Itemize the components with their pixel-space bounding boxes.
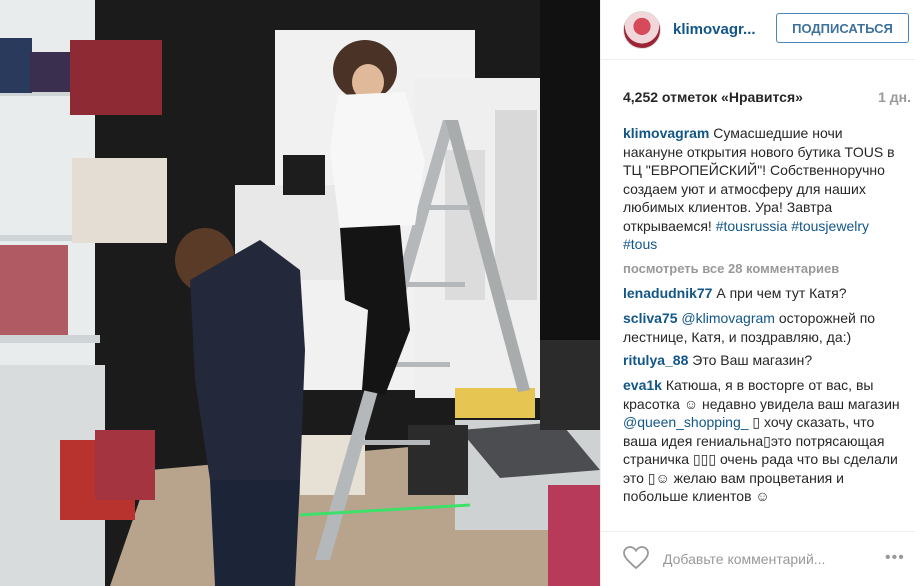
likes-count[interactable]: 4,252 отметок «Нравится»	[623, 89, 803, 105]
comment-username[interactable]: ritulya_88	[623, 352, 688, 368]
comment-text: Это Ваш магазин?	[688, 352, 813, 368]
comment-item: scliva75 @klimovagram осторожней по лест…	[623, 309, 903, 346]
hashtag-link[interactable]: #tous	[623, 236, 657, 252]
header-username[interactable]: klimovagr...	[673, 21, 756, 38]
hashtag-link[interactable]: #tousjewelry	[791, 218, 869, 234]
post-caption: klimovagram Сумасшедшие ночи накануне от…	[623, 124, 901, 254]
comment-text: А при чем тут Катя?	[712, 285, 847, 301]
post-age[interactable]: 1 дн.	[878, 89, 911, 105]
instagram-post: klimovagr... ПОДПИСАТЬСЯ 4,252 отметок «…	[0, 0, 915, 586]
comment-username[interactable]: lenadudnik77	[623, 285, 712, 301]
view-all-comments-link[interactable]: посмотреть все 28 комментариев	[623, 261, 839, 276]
heart-icon[interactable]	[623, 546, 649, 570]
post-sidebar: klimovagr... ПОДПИСАТЬСЯ 4,252 отметок «…	[600, 0, 915, 586]
comment-item: ritulya_88 Это Ваш магазин?	[623, 351, 903, 370]
add-comment-input[interactable]	[663, 548, 878, 570]
boutique-scene-image	[0, 0, 600, 586]
post-header: klimovagr... ПОДПИСАТЬСЯ	[601, 0, 915, 60]
likes-row: 4,252 отметок «Нравится» 1 дн.	[623, 89, 911, 105]
more-options-icon[interactable]: •••	[885, 549, 905, 567]
caption-username[interactable]: klimovagram	[623, 125, 709, 141]
follow-button[interactable]: ПОДПИСАТЬСЯ	[776, 13, 909, 43]
comment-item: eva1k Катюша, я в восторге от вас, вы кр…	[623, 376, 903, 506]
hashtag-link[interactable]: #tousrussia	[716, 218, 788, 234]
comment-item: lenadudnik77 А при чем тут Катя?	[623, 284, 903, 303]
comment-username[interactable]: eva1k	[623, 377, 662, 393]
user-avatar[interactable]	[623, 11, 661, 49]
comment-mention[interactable]: @queen_shopping_	[623, 414, 749, 430]
comment-username[interactable]: scliva75	[623, 310, 678, 326]
comment-mention[interactable]: @klimovagram	[681, 310, 775, 326]
comment-text: Катюша, я в восторге от вас, вы красотка…	[623, 377, 900, 412]
post-footer: •••	[601, 531, 915, 586]
post-photo[interactable]	[0, 0, 600, 586]
